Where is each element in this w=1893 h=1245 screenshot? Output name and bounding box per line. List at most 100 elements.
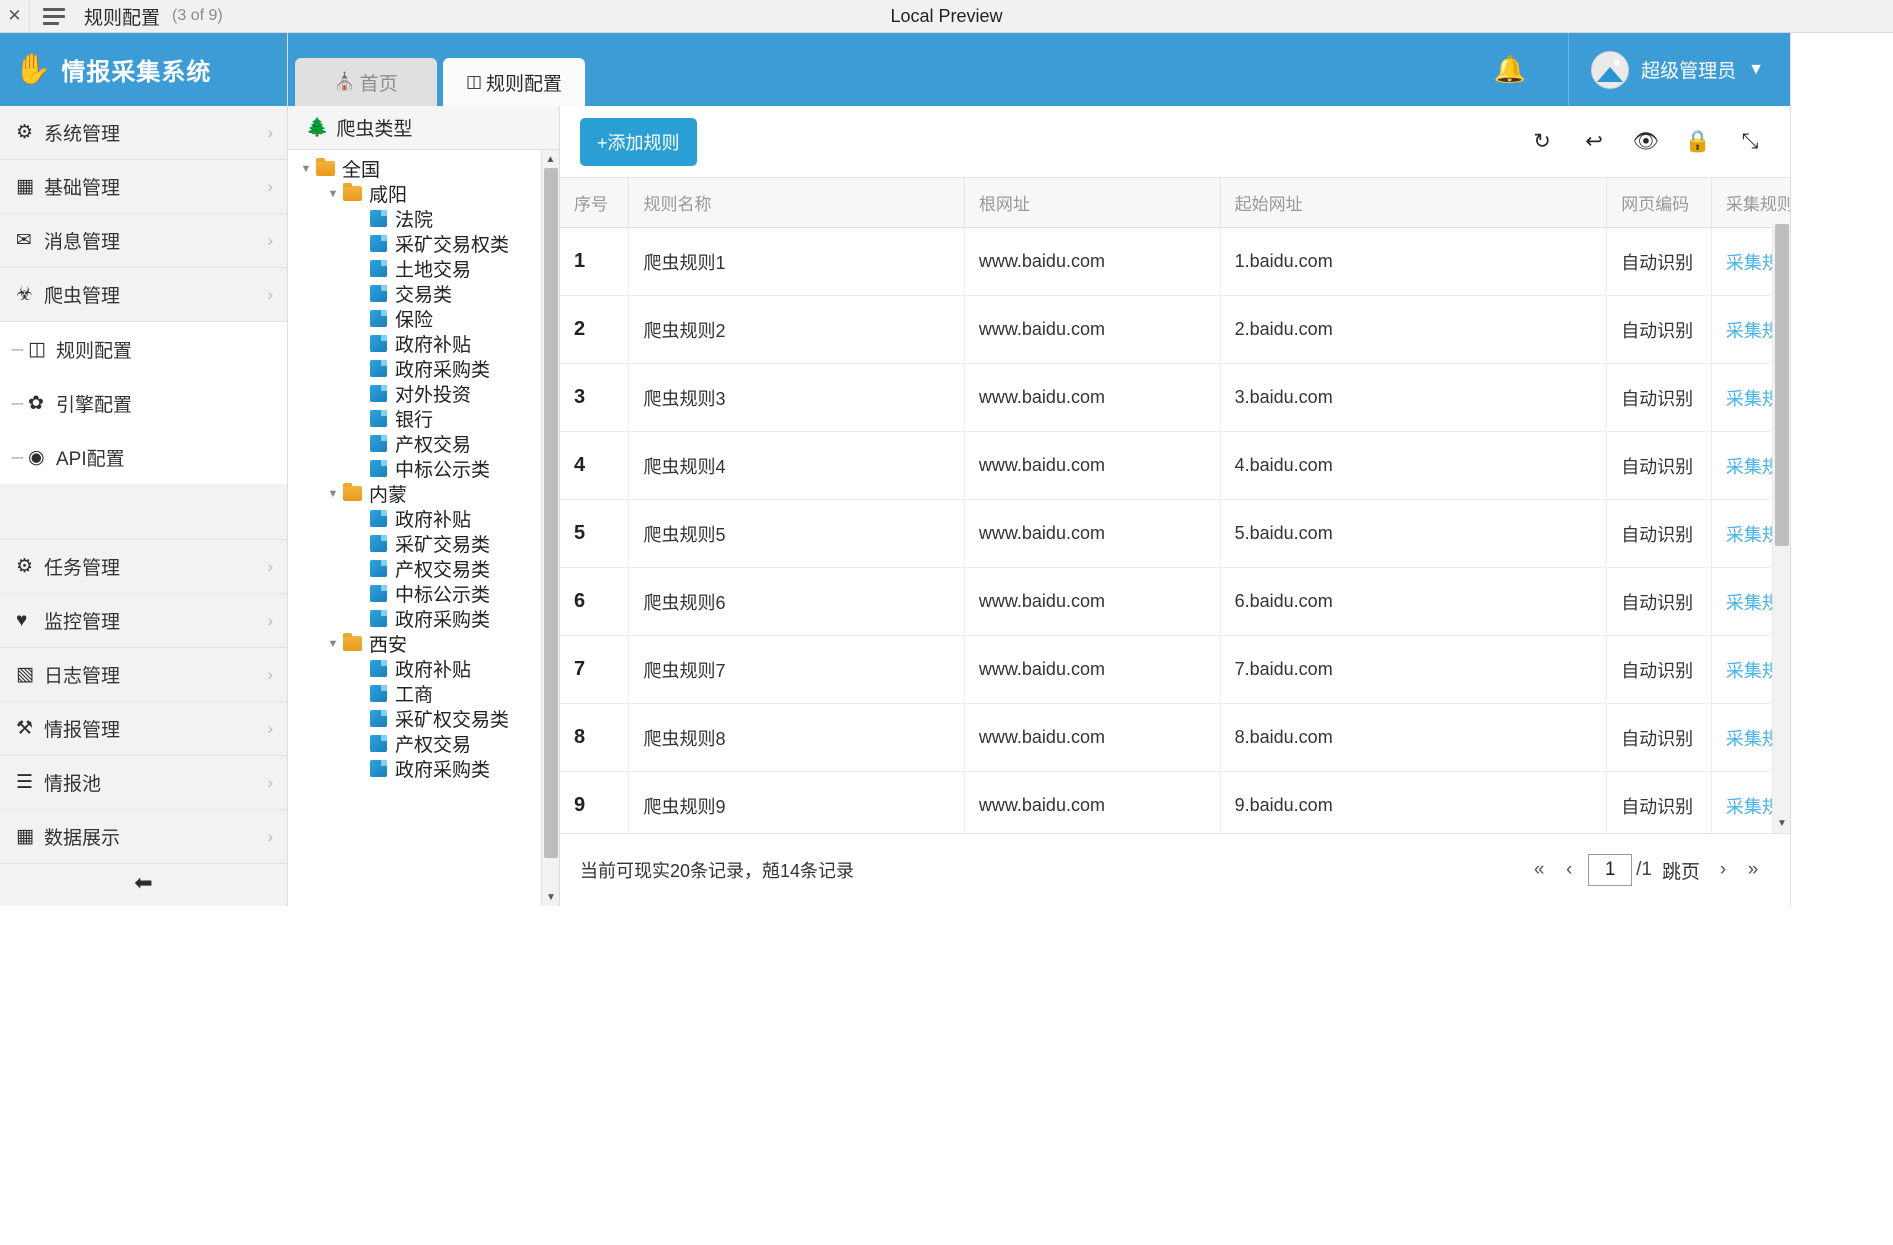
next-page-button[interactable]: › bbox=[1708, 854, 1738, 886]
lock-icon[interactable]: 🔒 bbox=[1685, 130, 1711, 154]
tree-node[interactable]: 保险 bbox=[288, 306, 560, 331]
sidebar: ✋ 情报采集系统 ⚙ 系统管理 › ▦ 基础管理 › ✉ 消息管理 › ☣ 爬虫… bbox=[0, 33, 288, 906]
chevron-down-icon[interactable]: ▼ bbox=[296, 163, 316, 175]
tree-node[interactable]: 政府采购类 bbox=[288, 356, 560, 381]
page-number-input[interactable] bbox=[1588, 854, 1633, 886]
eye-icon[interactable]: 👁 bbox=[1633, 130, 1660, 154]
chevron-down-icon[interactable]: ▼ bbox=[323, 638, 343, 650]
last-page-button[interactable]: » bbox=[1738, 854, 1768, 886]
tree-node[interactable]: 法院 bbox=[288, 206, 560, 231]
table-row[interactable]: 1 爬虫规则1 www.baidu.com 1.baidu.com 自动识别 采集规 bbox=[560, 227, 1790, 296]
tree-node[interactable]: 中标公示类 bbox=[288, 581, 560, 606]
column-header-rule-name[interactable]: 规则名称 bbox=[628, 178, 965, 228]
table-row[interactable]: 7 爬虫规则7 www.baidu.com 7.baidu.com 自动识别 采集规 bbox=[560, 635, 1790, 704]
tree-node[interactable]: 银行 bbox=[288, 406, 560, 431]
tree-node[interactable]: ▼ 全国 bbox=[288, 156, 560, 181]
browser-chrome-bar: ✕ 规则配置 (3 of 9) Local Preview bbox=[0, 0, 1893, 33]
window-title: 规则配置 bbox=[84, 7, 161, 29]
gear-icon: ⚙ bbox=[16, 556, 34, 577]
database-icon: ☰ bbox=[16, 772, 34, 793]
scroll-down-icon[interactable]: ▼ bbox=[1773, 813, 1791, 833]
add-rule-button[interactable]: +添加规则 bbox=[580, 117, 697, 166]
close-icon[interactable]: ✕ bbox=[0, 0, 30, 32]
tree-node[interactable]: 采矿交易权类 bbox=[288, 231, 560, 256]
sidebar-item-crawler-management[interactable]: ☣ 爬虫管理 › bbox=[0, 268, 287, 322]
tree-node[interactable]: 产权交易 bbox=[288, 731, 560, 756]
table-row[interactable]: 3 爬虫规则3 www.baidu.com 3.baidu.com 自动识别 采集规 bbox=[560, 363, 1790, 432]
scroll-down-icon[interactable]: ▼ bbox=[542, 888, 560, 906]
sidebar-collapse-button[interactable]: ⬅ bbox=[0, 864, 287, 902]
scroll-up-icon[interactable]: ▲ bbox=[542, 150, 559, 168]
jump-page-button[interactable]: 跳页 bbox=[1662, 857, 1700, 884]
table-row[interactable]: 6 爬虫规则6 www.baidu.com 6.baidu.com 自动识别 采集规 bbox=[560, 567, 1790, 636]
tree-caret-spacer bbox=[350, 313, 370, 325]
table-row[interactable]: 9 爬虫规则9 www.baidu.com 9.baidu.com 自动识别 采集规 bbox=[560, 771, 1790, 833]
tree-node[interactable]: 土地交易 bbox=[288, 256, 560, 281]
sidebar-item-message-management[interactable]: ✉ 消息管理 › bbox=[0, 214, 287, 268]
tree-dash-icon: --- bbox=[11, 340, 24, 358]
tree-node[interactable]: 政府补贴 bbox=[288, 656, 560, 681]
table-row[interactable]: 8 爬虫规则8 www.baidu.com 8.baidu.com 自动识别 采集规 bbox=[560, 703, 1790, 772]
book-icon: ▧ bbox=[16, 664, 34, 685]
tab-home[interactable]: ⛪ 首页 bbox=[295, 58, 437, 106]
envelope-icon: ✉ bbox=[16, 230, 32, 251]
sidebar-item-data-display[interactable]: ▦ 数据展示 › bbox=[0, 810, 287, 864]
sidebar-item-api-config[interactable]: --- ◉ API配置 bbox=[0, 430, 287, 484]
tree-node[interactable]: 产权交易类 bbox=[288, 556, 560, 581]
cell-root-url: www.baidu.com bbox=[964, 499, 1221, 568]
tree-caret-spacer bbox=[350, 463, 370, 475]
tree-scrollbar-thumb[interactable] bbox=[544, 168, 558, 858]
chevron-right-icon: › bbox=[267, 122, 273, 142]
column-header-page-encoding[interactable]: 网页编码 bbox=[1606, 178, 1712, 228]
sidebar-item-rule-config[interactable]: --- ◫ 规则配置 bbox=[0, 322, 287, 376]
file-icon bbox=[370, 435, 387, 452]
sidebar-item-basic-management[interactable]: ▦ 基础管理 › bbox=[0, 160, 287, 214]
sidebar-item-engine-config[interactable]: --- ✿ 引擎配置 bbox=[0, 376, 287, 430]
tree-caret-spacer bbox=[350, 588, 370, 600]
tab-rule-config[interactable]: ◫ 规则配置 bbox=[443, 58, 585, 106]
undo-icon[interactable]: ↩ bbox=[1582, 130, 1606, 154]
prev-page-button[interactable]: ‹ bbox=[1554, 854, 1584, 886]
sidebar-item-monitor-management[interactable]: ♥ 监控管理 › bbox=[0, 594, 287, 648]
tree-node[interactable]: 对外投资 bbox=[288, 381, 560, 406]
column-header-root-url[interactable]: 根网址 bbox=[964, 178, 1221, 228]
expand-icon[interactable]: ⤡ bbox=[1738, 130, 1762, 154]
sidebar-item-intel-pool[interactable]: ☰ 情报池 › bbox=[0, 756, 287, 810]
column-header-index[interactable]: 序号 bbox=[560, 178, 630, 228]
chevron-down-icon[interactable]: ▼ bbox=[323, 188, 343, 200]
column-header-start-url[interactable]: 起始网址 bbox=[1220, 178, 1608, 228]
chevron-down-icon[interactable]: ▼ bbox=[323, 488, 343, 500]
user-menu[interactable]: 超级管理员 ▼ bbox=[1569, 33, 1790, 106]
tree-node[interactable]: 采矿权交易类 bbox=[288, 706, 560, 731]
tree-node[interactable]: 产权交易 bbox=[288, 431, 560, 456]
tree-node[interactable]: ▼ 西安 bbox=[288, 631, 560, 656]
tree-node[interactable]: 政府补贴 bbox=[288, 331, 560, 356]
menu-hamburger-icon[interactable] bbox=[30, 0, 78, 32]
tree-node[interactable]: 交易类 bbox=[288, 281, 560, 306]
first-page-button[interactable]: « bbox=[1524, 854, 1554, 886]
refresh-icon[interactable]: ↻ bbox=[1530, 130, 1554, 154]
sidebar-item-log-management[interactable]: ▧ 日志管理 › bbox=[0, 648, 287, 702]
notification-bell-button[interactable]: 🔔 bbox=[1451, 33, 1570, 106]
user-name-label: 超级管理员 bbox=[1641, 61, 1737, 82]
tree-node[interactable]: 工商 bbox=[288, 681, 560, 706]
tree-node[interactable]: 政府采购类 bbox=[288, 756, 560, 781]
table-vertical-scrollbar[interactable]: ▼ bbox=[1772, 224, 1790, 833]
table-row[interactable]: 5 爬虫规则5 www.baidu.com 5.baidu.com 自动识别 采集规 bbox=[560, 499, 1790, 568]
table-scrollbar-thumb[interactable] bbox=[1775, 224, 1789, 546]
tree-node[interactable]: 政府补贴 bbox=[288, 506, 560, 531]
sidebar-item-intel-management[interactable]: ⚒ 情报管理 › bbox=[0, 702, 287, 756]
tree-scrollbar[interactable]: ▲ ▼ bbox=[541, 150, 559, 906]
cell-rule-name: 爬虫规则8 bbox=[628, 703, 965, 772]
column-header-collect-rule[interactable]: 采集规则 bbox=[1711, 178, 1790, 228]
tree-node[interactable]: 中标公示类 bbox=[288, 456, 560, 481]
tree-node[interactable]: ▼ 咸阳 bbox=[288, 181, 560, 206]
sidebar-item-system-management[interactable]: ⚙ 系统管理 › bbox=[0, 106, 287, 160]
table-row[interactable]: 4 爬虫规则4 www.baidu.com 4.baidu.com 自动识别 采集规 bbox=[560, 431, 1790, 500]
table-row[interactable]: 2 爬虫规则2 www.baidu.com 2.baidu.com 自动识别 采集规 bbox=[560, 295, 1790, 364]
chevron-right-icon: › bbox=[267, 556, 273, 576]
tree-node[interactable]: ▼ 内蒙 bbox=[288, 481, 560, 506]
tree-node[interactable]: 采矿交易类 bbox=[288, 531, 560, 556]
sidebar-item-task-management[interactable]: ⚙ 任务管理 › bbox=[0, 540, 287, 594]
tree-node[interactable]: 政府采购类 bbox=[288, 606, 560, 631]
